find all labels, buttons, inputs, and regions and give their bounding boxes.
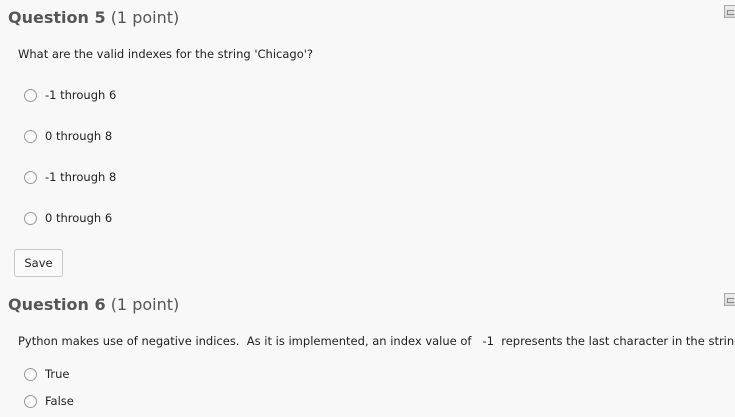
question-6-header: Question 6 (1 point) xyxy=(8,295,179,314)
option-label: True xyxy=(45,367,70,381)
question-6-prompt: Python makes use of negative indices. As… xyxy=(18,334,735,348)
radio-button[interactable] xyxy=(24,367,37,381)
q5-option-2[interactable]: 0 through 8 xyxy=(24,128,112,144)
q6-option-false[interactable]: False xyxy=(24,393,74,409)
option-label: 0 through 6 xyxy=(45,211,113,225)
radio-button[interactable] xyxy=(24,88,37,102)
q5-option-4[interactable]: 0 through 6 xyxy=(24,210,112,226)
question-number: Question 5 xyxy=(8,8,106,27)
radio-button[interactable] xyxy=(24,394,37,408)
q5-option-1[interactable]: -1 through 6 xyxy=(24,87,116,103)
question-points: (1 point) xyxy=(110,295,180,314)
question-options-icon[interactable] xyxy=(724,293,735,306)
option-label: False xyxy=(45,394,74,408)
question-5-header: Question 5 (1 point) xyxy=(8,8,179,27)
radio-button[interactable] xyxy=(24,211,37,225)
question-points: (1 point) xyxy=(110,8,180,27)
q5-option-3[interactable]: -1 through 8 xyxy=(24,169,116,185)
radio-button[interactable] xyxy=(24,129,37,143)
save-button[interactable]: Save xyxy=(14,249,63,277)
question-options-icon[interactable] xyxy=(724,5,735,18)
option-label: 0 through 8 xyxy=(45,129,113,143)
option-label: -1 through 8 xyxy=(45,170,117,184)
question-5-prompt: What are the valid indexes for the strin… xyxy=(18,47,313,61)
option-label: -1 through 6 xyxy=(45,88,117,102)
question-number: Question 6 xyxy=(8,295,106,314)
q6-option-true[interactable]: True xyxy=(24,366,69,382)
radio-button[interactable] xyxy=(24,170,37,184)
